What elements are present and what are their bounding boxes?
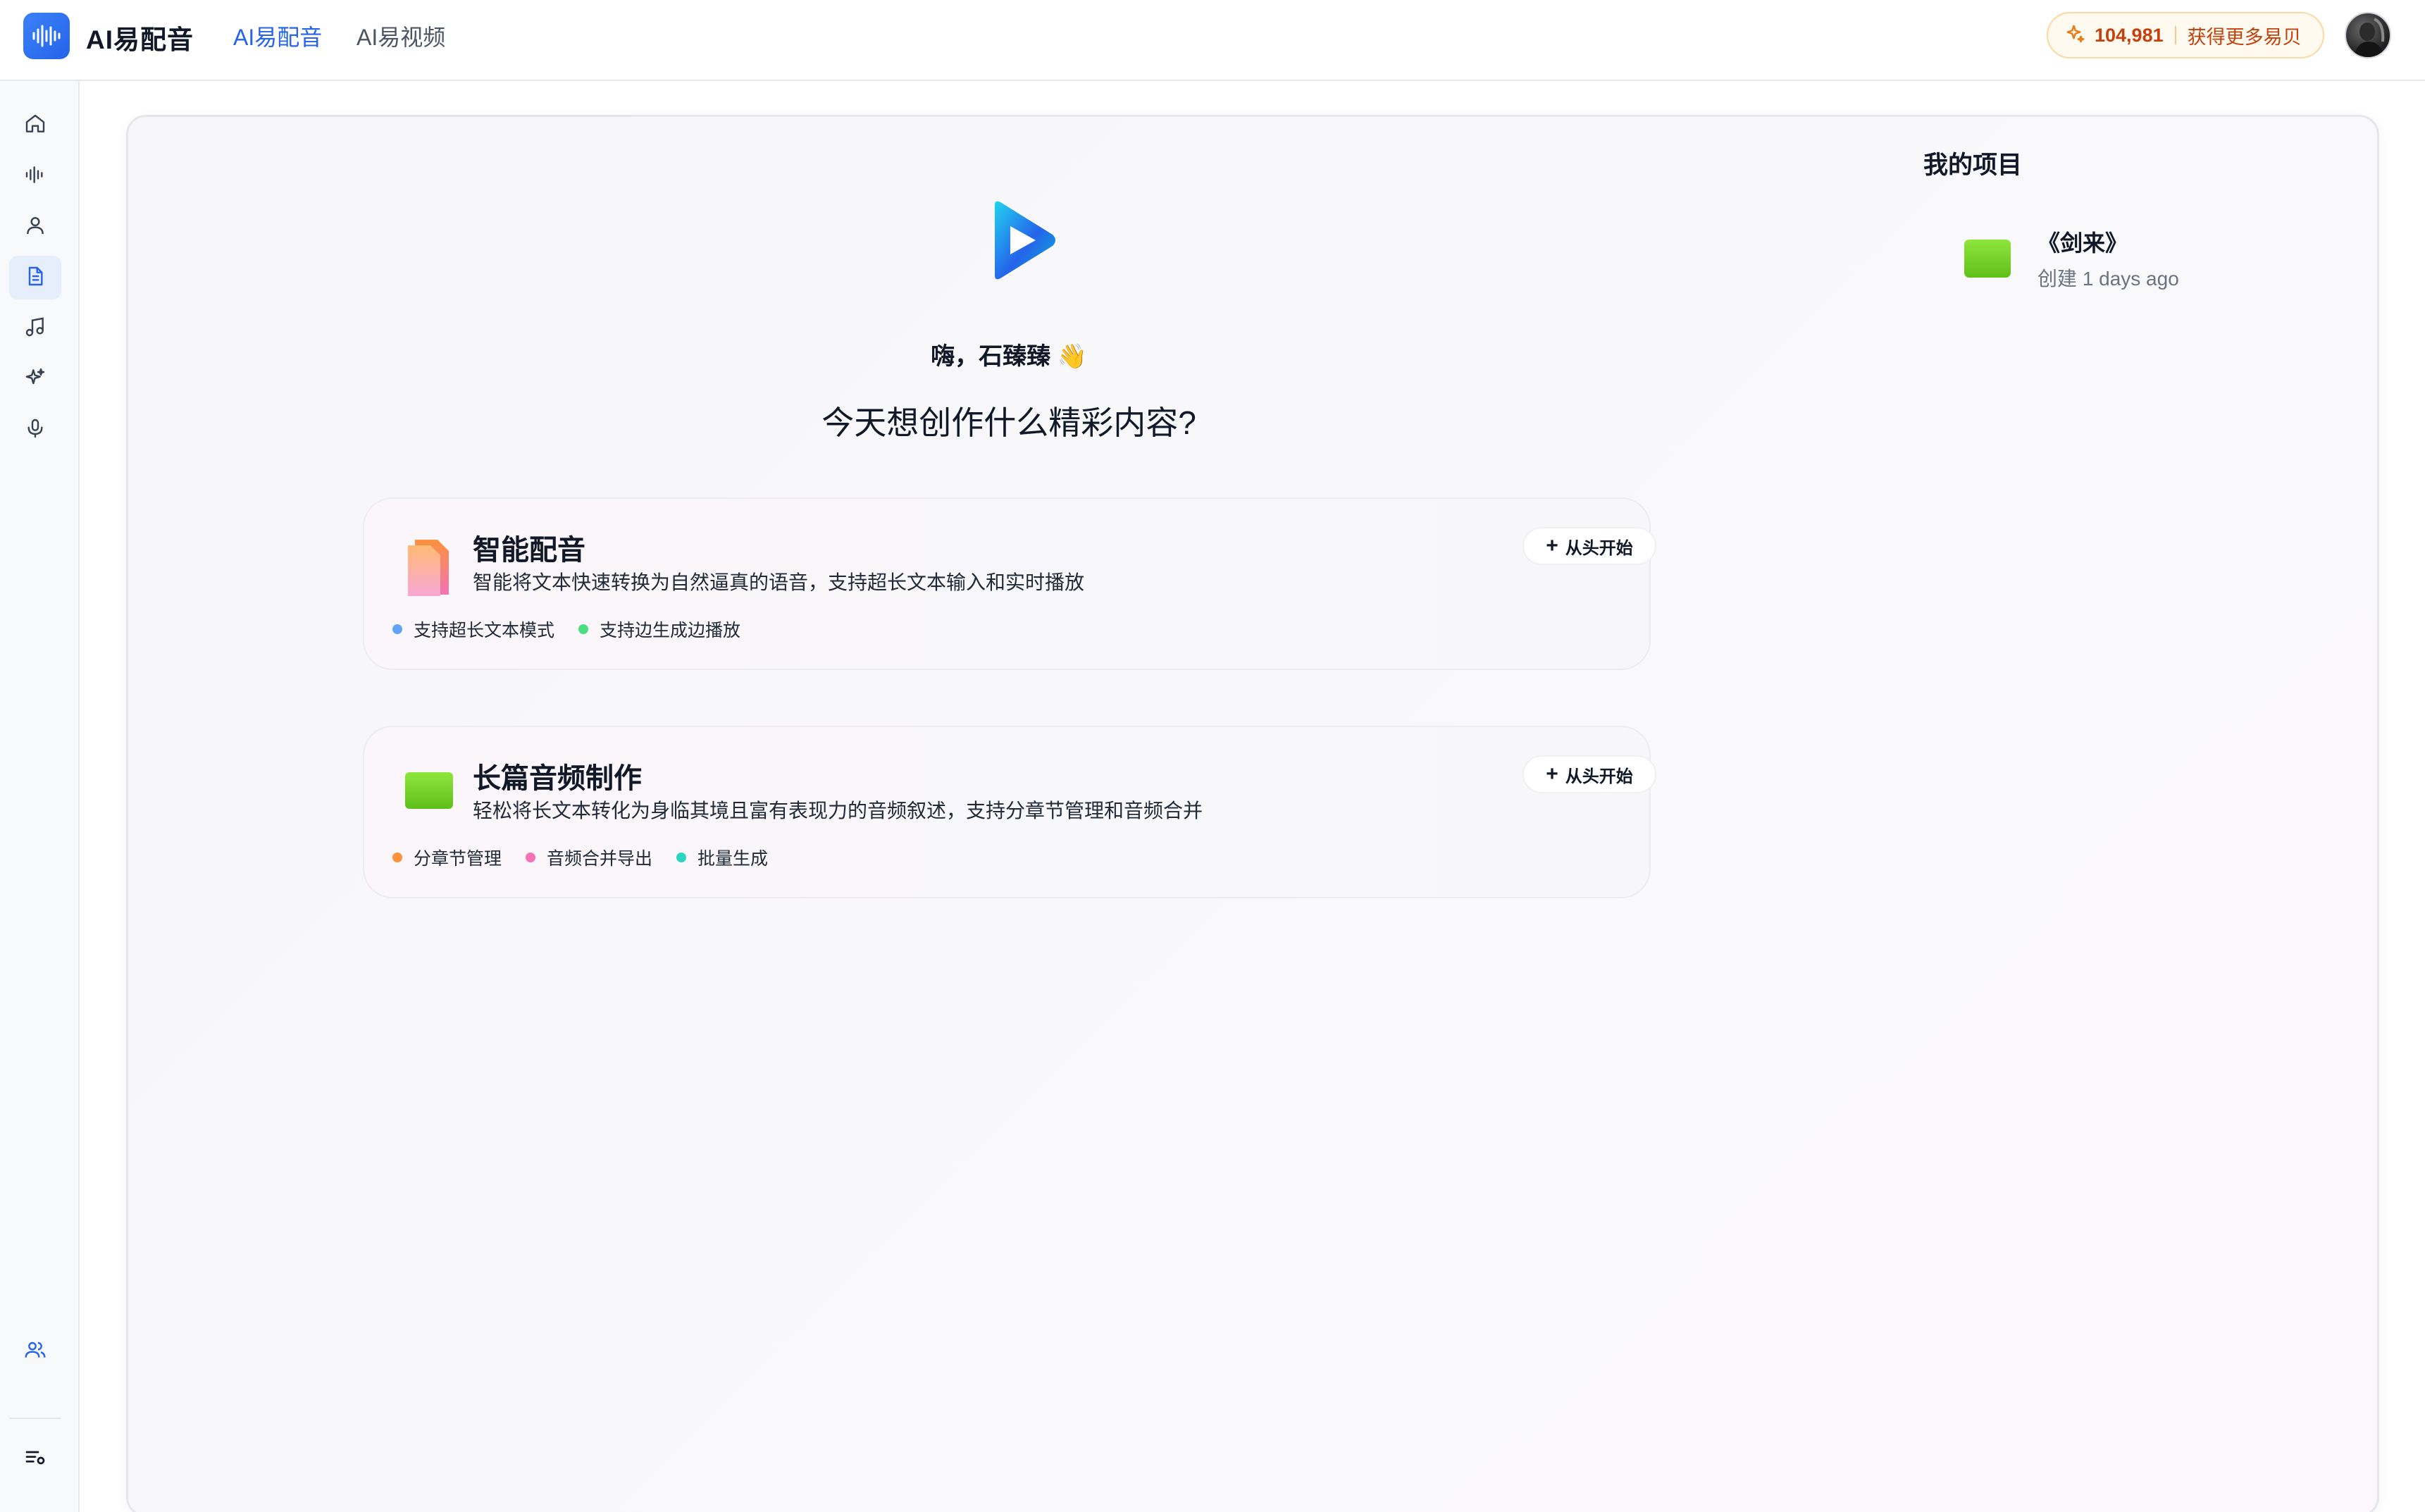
- orange-dot-icon: [392, 853, 402, 862]
- avatar[interactable]: [2345, 12, 2391, 58]
- main-panel: 嗨，石臻臻 👋 今天想创作什么精彩内容? 智能配音 智能将文本快速转换为自然逼真…: [126, 115, 2379, 1512]
- start-from-scratch-button[interactable]: + 从头开始: [1522, 755, 1656, 793]
- project-item[interactable]: 《剑来》 创建 1 days ago: [1964, 225, 2260, 303]
- sidebar-item-music[interactable]: [9, 306, 61, 350]
- my-projects-title: 我的项目: [1923, 151, 2023, 179]
- card-tags: 支持超长文本模式 支持边生成边播放: [392, 616, 740, 642]
- play-logo-icon: [974, 191, 1072, 290]
- users-icon: [24, 1339, 46, 1365]
- feature-tag-label: 支持超长文本模式: [414, 621, 555, 640]
- card-description: 智能将文本快速转换为自然逼真的语音，支持超长文本输入和实时播放: [473, 571, 1085, 593]
- project-folder-icon: [1964, 240, 2011, 278]
- waveform-icon: [24, 163, 46, 190]
- feature-tag-label: 批量生成: [697, 849, 769, 869]
- feature-tag: 支持边生成边播放: [578, 616, 740, 642]
- feature-tag: 分章节管理: [392, 845, 502, 870]
- credits-badge[interactable]: 104,981 获得更多易贝: [2047, 12, 2324, 58]
- sidebar-item-home[interactable]: [9, 104, 61, 147]
- feature-card-smart-dubbing[interactable]: 智能配音 智能将文本快速转换为自然逼真的语音，支持超长文本输入和实时播放 支持超…: [363, 497, 1656, 670]
- app-logo-icon[interactable]: [23, 13, 70, 59]
- start-button-label: 从头开始: [1565, 538, 1633, 558]
- user-icon: [24, 214, 46, 240]
- sparkle-icon: [2065, 23, 2086, 48]
- feature-tag-label: 音频合并导出: [547, 849, 653, 869]
- top-bar: AI易配音 AI易配音 AI易视频 104,981 获得更多易贝: [0, 0, 2425, 81]
- plus-icon: +: [1546, 534, 1558, 557]
- folder-icon: [405, 771, 453, 814]
- sidebar-item-document[interactable]: [9, 256, 61, 299]
- app-title: AI易配音: [86, 25, 194, 54]
- feature-card-long-audio[interactable]: 长篇音频制作 轻松将长文本转化为身临其境且富有表现力的音频叙述，支持分章节管理和…: [363, 726, 1656, 898]
- microphone-icon: [24, 417, 46, 443]
- tab-ai-dubbing[interactable]: AI易配音: [233, 20, 322, 52]
- music-note-icon: [24, 316, 46, 342]
- greeting-text: 嗨，石臻臻 👋: [931, 343, 1087, 370]
- list-settings-icon: [24, 1446, 46, 1473]
- document-stack-icon: [405, 538, 452, 601]
- get-more-credits-link[interactable]: 获得更多易贝: [2188, 22, 2302, 49]
- home-icon: [24, 113, 46, 139]
- feature-tag: 批量生成: [676, 845, 768, 870]
- sidebar-item-menu[interactable]: [9, 1437, 61, 1481]
- plus-icon: +: [1546, 762, 1558, 786]
- credits-divider: [2174, 26, 2176, 44]
- sidebar-item-magic[interactable]: [9, 357, 61, 401]
- feature-tag-label: 分章节管理: [414, 849, 502, 869]
- card-title: 智能配音: [473, 535, 585, 566]
- sidebar-item-team[interactable]: [9, 1330, 61, 1373]
- sparkles-icon: [24, 366, 46, 392]
- feature-tag: 支持超长文本模式: [392, 616, 554, 642]
- sidebar-item-voice[interactable]: [9, 154, 61, 198]
- sidebar-item-user[interactable]: [9, 205, 61, 249]
- card-description: 轻松将长文本转化为身临其境且富有表现力的音频叙述，支持分章节管理和音频合并: [473, 800, 1203, 822]
- tab-ai-video[interactable]: AI易视频: [356, 20, 445, 52]
- start-from-scratch-button[interactable]: + 从头开始: [1522, 527, 1656, 565]
- sidebar-item-microphone[interactable]: [9, 408, 61, 452]
- card-title: 长篇音频制作: [473, 763, 642, 794]
- project-name: 《剑来》: [2038, 230, 2128, 256]
- credits-amount: 104,981: [2095, 24, 2164, 46]
- project-created-time: 创建 1 days ago: [2038, 268, 2179, 290]
- sidebar-divider: [9, 1418, 61, 1419]
- green-dot-icon: [578, 624, 589, 634]
- card-tags: 分章节管理 音频合并导出 批量生成: [392, 845, 768, 870]
- page-headline: 今天想创作什么精彩内容?: [821, 404, 1196, 441]
- document-icon: [24, 265, 46, 291]
- start-button-label: 从头开始: [1565, 767, 1633, 786]
- pink-dot-icon: [526, 853, 536, 862]
- feature-tag: 音频合并导出: [526, 845, 652, 870]
- teal-dot-icon: [676, 853, 687, 862]
- blue-dot-icon: [392, 624, 402, 634]
- sidebar: [0, 81, 80, 1512]
- feature-tag-label: 支持边生成边播放: [600, 621, 741, 640]
